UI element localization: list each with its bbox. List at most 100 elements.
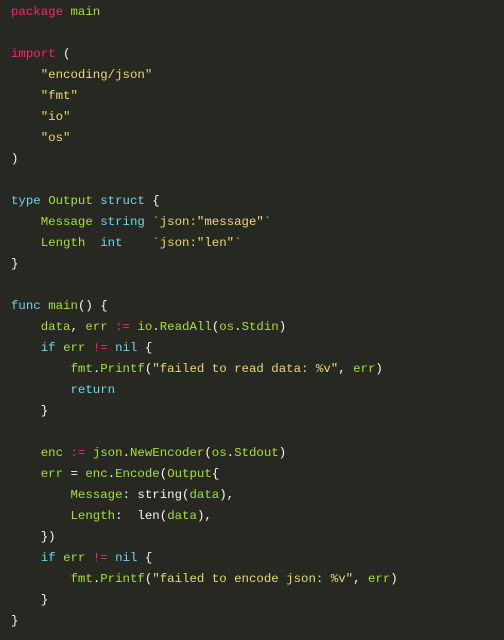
punctuation-token	[11, 236, 41, 250]
code-line[interactable]: })	[11, 527, 504, 548]
identifier-token: fmt	[70, 572, 93, 586]
punctuation-token	[85, 341, 92, 355]
identifier-token: Encode	[115, 467, 160, 481]
string-token: "fmt"	[40, 89, 78, 103]
identifier-token: os	[219, 320, 235, 334]
code-editor[interactable]: package main import ( "encoding/json" "f…	[0, 0, 504, 640]
identifier-token: main	[70, 5, 101, 19]
code-line[interactable]: func main() {	[11, 296, 504, 317]
code-line[interactable]: enc := json.NewEncoder(os.Stdout)	[11, 443, 504, 464]
punctuation-token: )	[390, 572, 398, 586]
punctuation-token: }	[11, 404, 49, 418]
punctuation-token: ,	[338, 362, 354, 376]
identifier-token: Message	[70, 488, 123, 502]
keyword-token: package	[11, 5, 64, 19]
punctuation-token	[11, 383, 71, 397]
punctuation-token	[11, 215, 41, 229]
code-line[interactable]: return	[11, 380, 504, 401]
code-line[interactable]: data, err := io.ReadAll(os.Stdin)	[11, 317, 504, 338]
code-line[interactable]: Message string `json:"message"`	[11, 212, 504, 233]
code-line[interactable]: "fmt"	[11, 86, 504, 107]
identifier-token: enc	[85, 467, 108, 481]
punctuation-token	[56, 341, 63, 355]
code-line[interactable]: import (	[11, 44, 504, 65]
code-line[interactable]: "io"	[11, 107, 504, 128]
identifier-token: Stdin	[241, 320, 279, 334]
punctuation-token: ,	[353, 572, 368, 586]
punctuation-token	[108, 320, 115, 334]
identifier-token: NewEncoder	[130, 446, 205, 460]
string-token: "failed to encode json: %v"	[152, 572, 354, 586]
punctuation-token: })	[11, 530, 56, 544]
code-line[interactable]: }	[11, 401, 504, 422]
identifier-token: json	[92, 446, 123, 460]
code-line[interactable]	[11, 23, 504, 44]
code-line[interactable]: Message: string(data),	[11, 485, 504, 506]
code-line[interactable]: fmt.Printf("failed to encode json: %v", …	[11, 569, 504, 590]
code-line[interactable]: "os"	[11, 128, 504, 149]
punctuation-token	[11, 110, 41, 124]
identifier-token: err	[63, 341, 86, 355]
punctuation-token	[11, 509, 71, 523]
identifier-token: Length	[70, 509, 116, 523]
string-token: "os"	[40, 131, 71, 145]
keyword-token: import	[11, 47, 56, 61]
code-line[interactable]	[11, 170, 504, 191]
punctuation-token	[11, 551, 41, 565]
code-line[interactable]: if err != nil {	[11, 548, 504, 569]
code-line[interactable]: )	[11, 149, 504, 170]
punctuation-token: }	[11, 257, 19, 271]
punctuation-token	[11, 446, 41, 460]
type-token: nil	[115, 341, 138, 355]
identifier-token: Printf	[100, 572, 145, 586]
code-line[interactable]: Length: len(data),	[11, 506, 504, 527]
code-line[interactable]: }	[11, 254, 504, 275]
punctuation-token	[56, 551, 63, 565]
punctuation-token: : string(	[122, 488, 190, 502]
punctuation-token: .	[122, 446, 130, 460]
type-token: return	[70, 383, 116, 397]
punctuation-token	[123, 236, 153, 250]
punctuation-token: }	[11, 614, 19, 628]
identifier-token: data	[40, 320, 71, 334]
punctuation-token	[11, 341, 41, 355]
type-token: if	[40, 341, 56, 355]
identifier-token: data	[167, 509, 197, 523]
punctuation-token: : len(	[115, 509, 168, 523]
type-token: string	[100, 215, 145, 229]
keyword-token: !=	[92, 341, 108, 355]
punctuation-token	[11, 572, 71, 586]
type-token: func	[11, 299, 41, 313]
type-token: int	[100, 236, 123, 250]
identifier-token: Length	[40, 236, 86, 250]
identifier-token: Stdout	[234, 446, 279, 460]
code-line[interactable]: }	[11, 590, 504, 611]
keyword-token: :=	[70, 446, 86, 460]
punctuation-token: () {	[77, 299, 108, 313]
string-token: `json:"message"`	[152, 215, 272, 229]
code-line[interactable]: Length int `json:"len"`	[11, 233, 504, 254]
identifier-token: Output	[167, 467, 212, 481]
identifier-token: enc	[40, 446, 64, 460]
type-token: nil	[115, 551, 138, 565]
code-line[interactable]: "encoding/json"	[11, 65, 504, 86]
identifier-token: fmt	[70, 362, 93, 376]
code-line[interactable]: fmt.Printf("failed to read data: %v", er…	[11, 359, 504, 380]
punctuation-token: .	[152, 320, 160, 334]
identifier-token: Message	[40, 215, 93, 229]
code-line[interactable]: }	[11, 611, 504, 632]
type-token: if	[40, 551, 56, 565]
code-line[interactable]: package main	[11, 2, 504, 23]
code-line[interactable]: if err != nil {	[11, 338, 504, 359]
code-line[interactable]	[11, 275, 504, 296]
punctuation-token: )	[278, 320, 287, 334]
punctuation-token: .	[107, 467, 116, 481]
identifier-token: Output	[48, 194, 93, 208]
code-line[interactable]: type Output struct {	[11, 191, 504, 212]
punctuation-token: {	[137, 341, 153, 355]
identifier-token: os	[211, 446, 227, 460]
code-line[interactable]	[11, 422, 504, 443]
punctuation-token	[85, 236, 100, 250]
code-line[interactable]: err = enc.Encode(Output{	[11, 464, 504, 485]
punctuation-token: }	[11, 593, 49, 607]
